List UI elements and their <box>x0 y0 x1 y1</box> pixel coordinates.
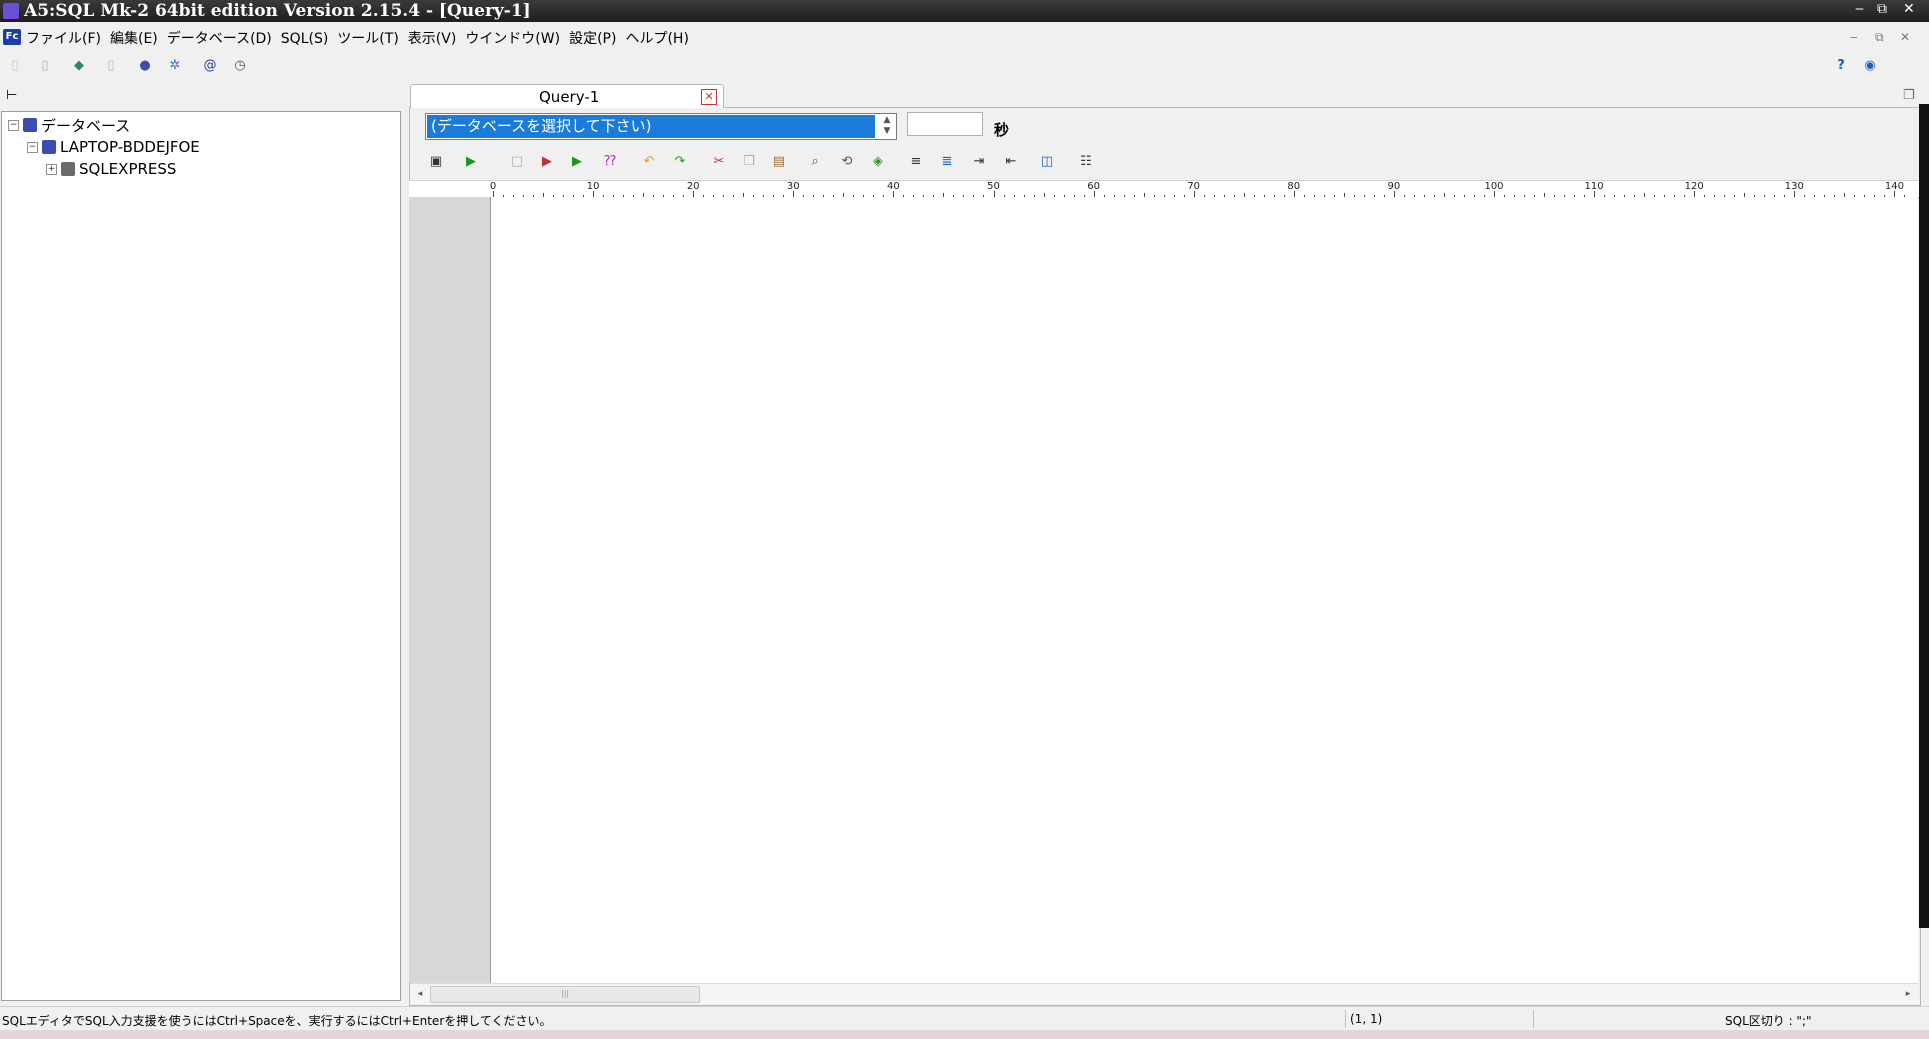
globe-icon[interactable]: ◉ <box>1861 56 1879 74</box>
format-sql-icon[interactable]: ◈ <box>869 152 887 170</box>
align-icon[interactable]: ≡ <box>907 152 925 170</box>
column-ruler: 0 10 20 30 40 50 60 70 80 90 100 110 120 130 140 <box>409 180 1919 198</box>
at-icon[interactable]: @ <box>201 56 219 74</box>
indent-icon[interactable]: ⇥ <box>970 152 988 170</box>
database-select-value: (データベースを選択して下さい) <box>427 115 875 138</box>
menu-item[interactable]: 表示(V) <box>408 28 457 48</box>
menu-item[interactable]: ヘルプ(H) <box>625 28 688 48</box>
timeout-input[interactable] <box>907 112 983 136</box>
scroll-right-icon[interactable]: ▸ <box>1900 987 1916 1001</box>
disconnect-icon[interactable]: ▯ <box>102 56 120 74</box>
clock-icon[interactable]: ◷ <box>231 56 249 74</box>
tab-label: Query-1 <box>539 88 600 106</box>
sql-editor[interactable] <box>491 197 1918 983</box>
title-bar: A5:SQL Mk-2 64bit edition Version 2.15.4… <box>0 0 1929 22</box>
database-node-icon <box>61 162 75 176</box>
tree-node[interactable]: − データベース <box>8 115 130 135</box>
tree-node-label: LAPTOP-BDDEJFOE <box>60 138 200 156</box>
window-title: A5:SQL Mk-2 64bit edition Version 2.15.4… <box>24 1 531 21</box>
tree-node[interactable]: + SQLEXPRESS <box>46 159 176 179</box>
mdi-app-icon[interactable]: Fc <box>3 29 21 45</box>
compare-icon[interactable]: ◫ <box>1038 152 1056 170</box>
menu-item[interactable]: SQL(S) <box>281 31 329 47</box>
settings-icon[interactable]: ✲ <box>166 56 184 74</box>
run-to-excel-icon[interactable]: ▶ <box>538 152 556 170</box>
paste-icon[interactable]: ▤ <box>770 152 788 170</box>
menu-bar: Fc ファイル(F) 編集(E) データベース(D) SQL(S) ツール(T) 表示(V… <box>0 25 1929 49</box>
copy-icon[interactable]: ❐ <box>740 152 758 170</box>
tree-toggle-icon[interactable]: ⊢ <box>6 88 17 103</box>
connect-icon[interactable]: ◆ <box>70 56 88 74</box>
menu-item[interactable]: 設定(P) <box>569 28 616 48</box>
find-icon[interactable]: ⌕ <box>806 152 824 170</box>
undo-icon[interactable]: ↶ <box>640 152 658 170</box>
app-icon <box>3 3 19 19</box>
open-file-icon[interactable]: ▯ <box>36 56 54 74</box>
menu-item[interactable]: ウインドウ(W) <box>465 28 560 48</box>
scroll-left-icon[interactable]: ◂ <box>412 987 428 1001</box>
outline-icon[interactable]: ☷ <box>1077 152 1095 170</box>
explain-icon[interactable]: ⁇ <box>601 152 619 170</box>
database-icon[interactable]: ● <box>136 56 154 74</box>
mdi-restore-button[interactable]: ⧉ <box>1875 30 1884 45</box>
collapse-icon[interactable]: − <box>8 119 19 131</box>
comment-icon[interactable]: ≣ <box>938 152 956 170</box>
cut-icon[interactable]: ✂ <box>710 152 728 170</box>
menu-item[interactable]: ファイル(F) <box>26 28 101 48</box>
status-separator <box>1533 1010 1534 1028</box>
timeout-unit-label: 秒 <box>994 121 1010 139</box>
menu-item[interactable]: 編集(E) <box>110 28 158 48</box>
line-number-gutter <box>409 197 491 983</box>
run-icon[interactable]: ▶ <box>462 152 480 170</box>
replace-icon[interactable]: ⟲ <box>838 152 856 170</box>
redo-icon[interactable]: ↷ <box>671 152 689 170</box>
database-node-icon <box>23 118 37 132</box>
tree-node-label: データベース <box>41 116 131 135</box>
tree-node[interactable]: − LAPTOP-BDDEJFOE <box>27 137 200 157</box>
bottom-strip <box>0 1030 1929 1039</box>
restore-button[interactable]: ⧉ <box>1877 1 1887 17</box>
sql-delimiter: SQL区切り : ";" <box>1725 1014 1812 1028</box>
window-list-icon[interactable]: ❐ <box>1903 88 1915 103</box>
mdi-minimize-button[interactable]: ‒ <box>1850 30 1858 44</box>
scroll-thumb[interactable]: ||| <box>430 986 700 1003</box>
expand-icon[interactable]: + <box>46 163 57 175</box>
database-tree: − データベース − LAPTOP-BDDEJFOE + SQLEXPRESS <box>1 111 401 1001</box>
cursor-position: (1, 1) <box>1350 1012 1383 1026</box>
menu-item[interactable]: ツール(T) <box>337 28 398 48</box>
run-to-csv-icon[interactable]: ▶ <box>568 152 586 170</box>
tree-node-label: SQLEXPRESS <box>79 160 177 178</box>
database-select[interactable]: (データベースを選択して下さい) ▲ ▼ <box>425 113 897 140</box>
save-icon[interactable]: ▣ <box>427 152 445 170</box>
collapse-icon[interactable]: − <box>27 141 38 153</box>
horizontal-scrollbar[interactable]: ◂ ||| ▸ <box>410 983 1918 1004</box>
menu-list: ファイル(F) 編集(E) データベース(D) SQL(S) ツール(T) 表示(V) ウイ… <box>26 28 698 48</box>
right-edge-bar <box>1919 104 1929 928</box>
close-button[interactable]: ✕ <box>1903 1 1915 17</box>
close-tab-icon[interactable]: ✕ <box>701 89 717 105</box>
outdent-icon[interactable]: ⇤ <box>1002 152 1020 170</box>
stop-icon[interactable]: □ <box>508 152 526 170</box>
mdi-close-button[interactable]: ✕ <box>1900 30 1910 44</box>
minimize-button[interactable]: ‒ <box>1855 1 1864 17</box>
new-file-icon[interactable]: ▯ <box>6 56 24 74</box>
database-node-icon <box>42 140 56 154</box>
menu-item[interactable]: データベース(D) <box>167 28 272 48</box>
tab-query-1[interactable]: Query-1 ✕ <box>410 84 724 108</box>
main-toolbar: ▯ ▯ ◆ ▯ ● ✲ @ ◷? ◉ <box>0 52 1929 80</box>
help-icon[interactable]: ? <box>1832 56 1850 74</box>
status-bar: SQLエディタでSQL入力支援を使うにはCtrl+Spaceを、実行するにはCt… <box>0 1006 1929 1031</box>
status-hint: SQLエディタでSQL入力支援を使うにはCtrl+Spaceを、実行するにはCt… <box>2 1014 552 1028</box>
select-arrows-icon[interactable]: ▲ ▼ <box>879 115 895 138</box>
status-separator <box>1345 1010 1346 1028</box>
